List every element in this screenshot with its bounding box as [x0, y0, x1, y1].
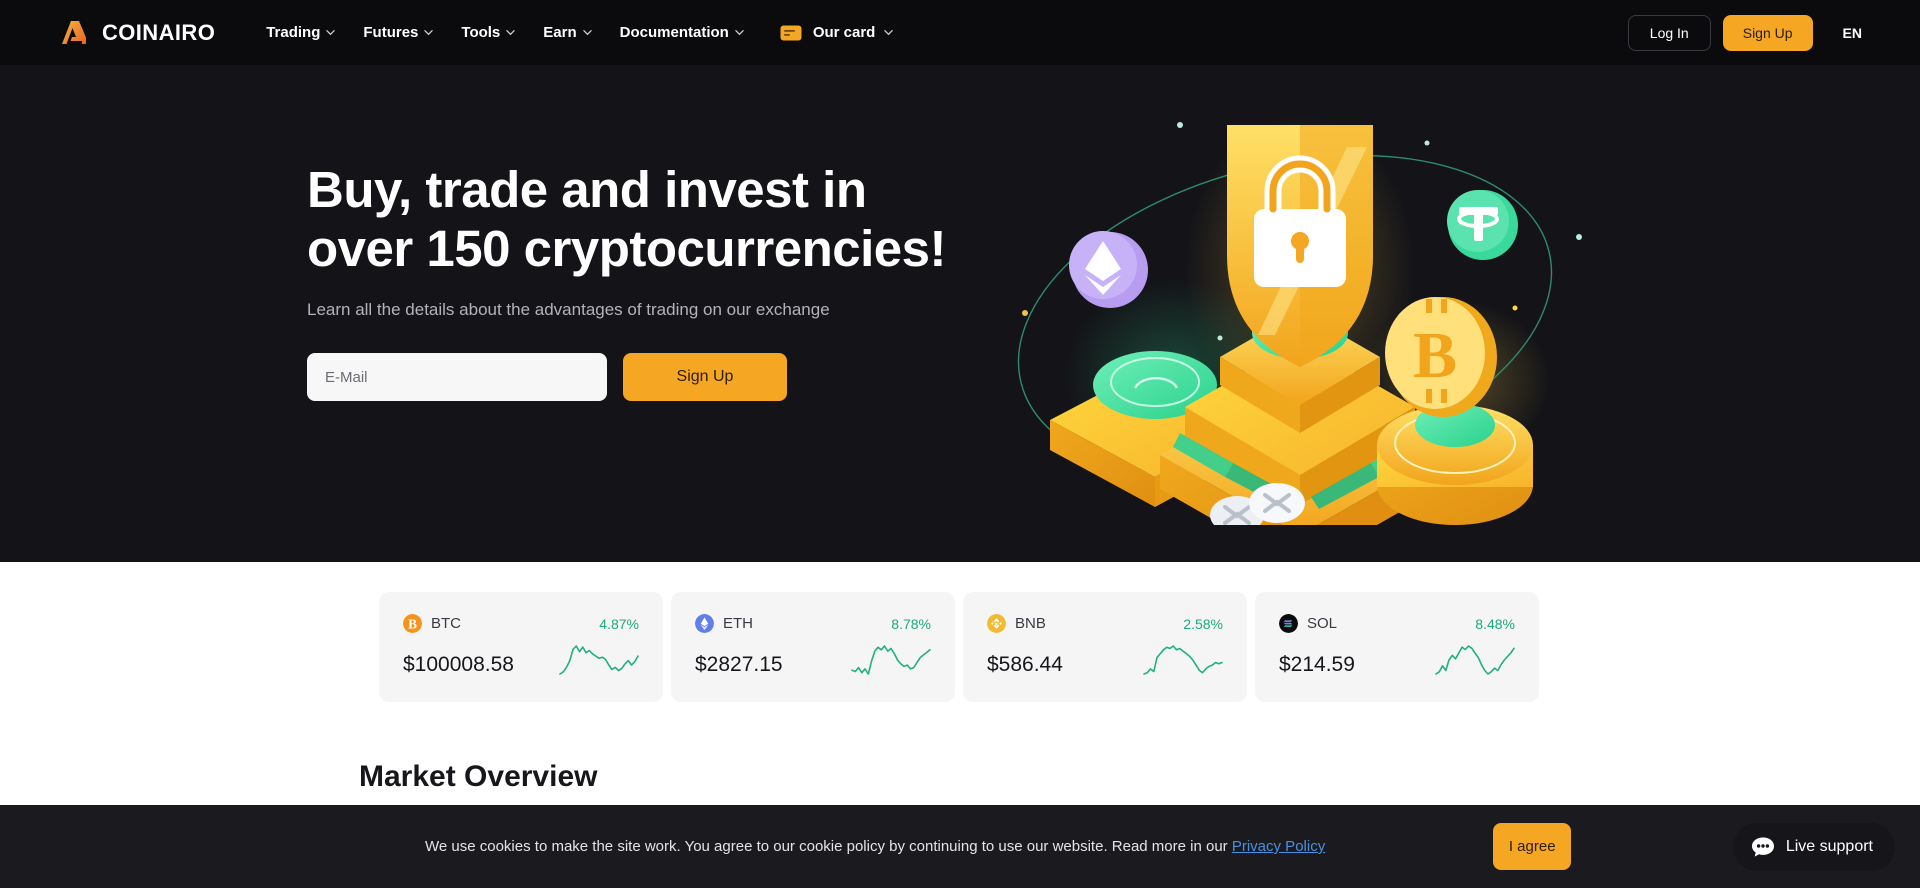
hero-copy: Buy, trade and invest in over 150 crypto… — [307, 160, 947, 401]
crypto-vault-shield-illustration: B — [1017, 115, 1582, 525]
ticker-card-btc[interactable]: B BTC 4.87% $100008.58 — [379, 592, 663, 702]
nav-item-our-card[interactable]: Our card — [758, 0, 908, 65]
ticker-card-bnb[interactable]: BNB 2.58% $586.44 — [963, 592, 1247, 702]
ticker-price: $214.59 — [1279, 653, 1355, 676]
nav-label-tools: Tools — [461, 24, 501, 41]
live-support-widget[interactable]: Live support — [1732, 823, 1895, 871]
signup-button-header[interactable]: Sign Up — [1722, 14, 1813, 51]
signup-button-hero[interactable]: Sign Up — [623, 353, 787, 401]
sparkline-chart — [1435, 645, 1515, 675]
email-field[interactable] — [307, 353, 607, 401]
coinairo-logo-icon — [62, 20, 86, 44]
privacy-policy-link[interactable]: Privacy Policy — [1232, 838, 1325, 855]
nav-item-futures[interactable]: Futures — [349, 0, 447, 65]
cookie-consent-banner: We use cookies to make the site work. Yo… — [0, 805, 1920, 888]
nav-item-documentation[interactable]: Documentation — [606, 0, 758, 65]
ticker-cards: B BTC 4.87% $100008.58 ETH 8.78% $2827.1… — [379, 592, 1547, 702]
ticker-card-eth[interactable]: ETH 8.78% $2827.15 — [671, 592, 955, 702]
svg-text:B: B — [408, 616, 417, 631]
solana-icon — [1279, 614, 1298, 633]
bitcoin-icon: B — [403, 614, 422, 633]
main-nav: Trading Futures Tools Earn Documentation — [252, 0, 907, 65]
site-header: COINAIRO Trading Futures Tools Earn Docu… — [0, 0, 1920, 65]
page-title: Buy, trade and invest in over 150 crypto… — [307, 161, 947, 277]
chevron-down-icon — [326, 30, 336, 36]
nav-label-earn: Earn — [543, 24, 577, 41]
chevron-down-icon — [424, 30, 434, 36]
ticker-price: $100008.58 — [403, 653, 514, 676]
hero-section: Buy, trade and invest in over 150 crypto… — [0, 65, 1920, 562]
nav-label-trading: Trading — [266, 24, 321, 41]
ticker-symbol: SOL — [1307, 615, 1338, 632]
login-button[interactable]: Log In — [1627, 14, 1711, 51]
ticker-card-sol[interactable]: SOL 8.48% $214.59 — [1255, 592, 1539, 702]
chevron-down-icon — [884, 30, 894, 36]
chat-bubble-icon — [1751, 837, 1774, 857]
brand-name: COINAIRO — [102, 19, 216, 45]
ticker-price: $586.44 — [987, 653, 1063, 676]
language-selector[interactable]: EN — [1843, 25, 1862, 41]
ethereum-coin-icon — [1069, 231, 1148, 308]
nav-label-documentation: Documentation — [619, 24, 729, 41]
ticker-change: 8.78% — [891, 615, 931, 632]
ticker-symbol: ETH — [723, 615, 753, 632]
cookie-message-text: We use cookies to make the site work. Yo… — [425, 838, 1232, 855]
hero-subtitle: Learn all the details about the advantag… — [307, 300, 830, 319]
cookie-message: We use cookies to make the site work. Yo… — [425, 838, 1325, 855]
brand-logo[interactable]: COINAIRO — [58, 17, 215, 49]
nav-label-our-card: Our card — [812, 24, 876, 41]
live-support-label: Live support — [1785, 838, 1873, 855]
ticker-change: 4.87% — [599, 615, 639, 632]
nav-item-earn[interactable]: Earn — [529, 0, 605, 65]
agree-button[interactable]: I agree — [1493, 823, 1572, 870]
nav-item-trading[interactable]: Trading — [252, 0, 349, 65]
hero-signup-form: Sign Up — [307, 353, 947, 401]
chevron-down-icon — [735, 30, 744, 36]
ticker-symbol: BNB — [1015, 615, 1046, 632]
sparkline-chart — [851, 645, 931, 675]
nav-item-tools[interactable]: Tools — [447, 0, 529, 65]
ticker-symbol: BTC — [431, 615, 461, 632]
ethereum-icon — [695, 614, 714, 633]
svg-text:B: B — [1413, 319, 1457, 392]
market-overview-heading: Market Overview — [359, 760, 598, 793]
chevron-down-icon — [506, 30, 516, 36]
chevron-down-icon — [582, 30, 592, 36]
sparkline-chart — [559, 645, 639, 675]
tether-coin-icon — [1447, 190, 1518, 260]
sparkline-chart — [1143, 645, 1223, 675]
credit-card-icon — [780, 25, 802, 40]
nav-label-futures: Futures — [363, 24, 419, 41]
landing-page: COINAIRO Trading Futures Tools Earn Docu… — [0, 0, 1920, 888]
bnb-icon — [987, 614, 1006, 633]
ticker-price: $2827.15 — [695, 653, 783, 676]
ticker-change: 8.48% — [1475, 615, 1515, 632]
ticker-change: 2.58% — [1183, 615, 1223, 632]
